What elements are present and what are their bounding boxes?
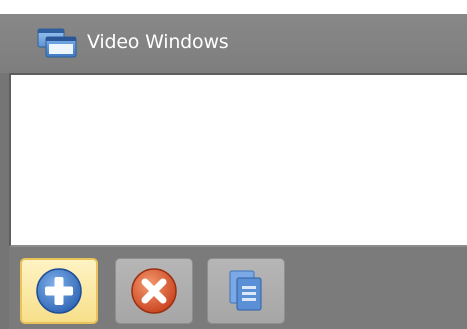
documents-icon [226, 268, 266, 314]
video-windows-icon [36, 27, 78, 59]
video-windows-panel: Video Windows [0, 0, 467, 329]
panel-title: Video Windows [87, 31, 229, 53]
plus-circle-icon [34, 266, 84, 316]
list-button[interactable] [207, 258, 285, 324]
panel-toolbar [9, 249, 467, 329]
video-windows-list[interactable] [9, 73, 467, 247]
add-button[interactable] [20, 258, 98, 324]
panel-header: Video Windows [0, 0, 467, 73]
x-circle-icon [129, 266, 179, 316]
remove-button[interactable] [115, 258, 193, 324]
